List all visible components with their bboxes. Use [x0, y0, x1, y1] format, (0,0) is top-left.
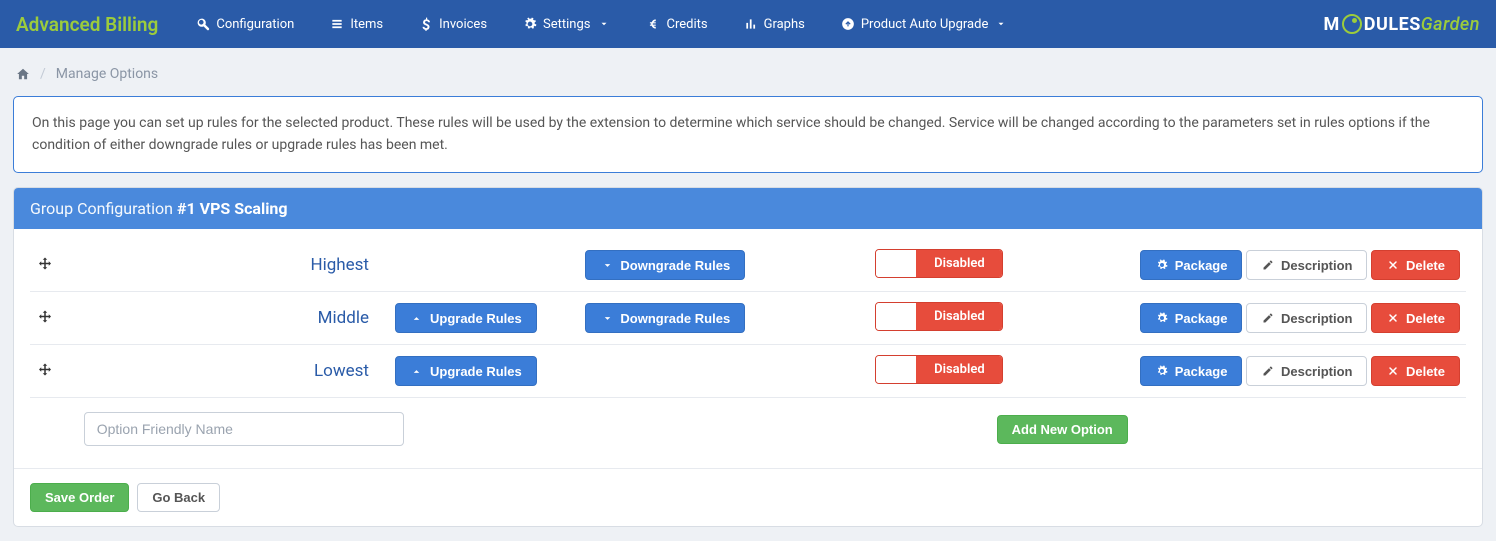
- option-name: Middle: [78, 292, 389, 345]
- description-button[interactable]: Description: [1246, 303, 1368, 333]
- nav-label: Configuration: [216, 17, 294, 32]
- status-label: Disabled: [916, 303, 1002, 330]
- pencil-icon: [1261, 311, 1275, 325]
- gear-icon: [1155, 364, 1169, 378]
- save-order-button[interactable]: Save Order: [30, 483, 129, 512]
- nav-items[interactable]: Items: [316, 9, 397, 40]
- breadcrumb: / Manage Options: [0, 48, 1496, 96]
- nav-graphs[interactable]: Graphs: [730, 9, 819, 40]
- topbar: Advanced Billing Configuration Items Inv…: [0, 0, 1496, 48]
- close-icon: [1386, 311, 1400, 325]
- nav-label: Items: [350, 17, 383, 32]
- chevron-up-icon: [410, 364, 424, 378]
- options-table: Highest Downgrade Rules Disabled Package De…: [30, 239, 1466, 468]
- chevron-down-icon: [600, 258, 614, 272]
- status-toggle[interactable]: Disabled: [875, 249, 1003, 278]
- close-icon: [1386, 258, 1400, 272]
- nav-credits[interactable]: Credits: [633, 9, 722, 40]
- table-row: MiddleUpgrade Rules Downgrade Rules Disabl…: [30, 292, 1466, 345]
- table-row: Highest Downgrade Rules Disabled Package De…: [30, 239, 1466, 292]
- drag-handle[interactable]: [30, 292, 78, 345]
- modulesgarden-logo: MDULESGarden: [1324, 14, 1481, 35]
- gear-icon: [1155, 258, 1169, 272]
- package-button[interactable]: Package: [1140, 356, 1243, 386]
- pencil-icon: [1261, 364, 1275, 378]
- wrench-icon: [196, 17, 210, 31]
- nav-product-auto-upgrade[interactable]: Product Auto Upgrade: [827, 9, 1023, 40]
- upgrade-rules-button[interactable]: Upgrade Rules: [395, 303, 537, 333]
- delete-button[interactable]: Delete: [1371, 250, 1460, 280]
- dollar-icon: [419, 17, 433, 31]
- chevron-down-icon: [600, 311, 614, 325]
- description-button[interactable]: Description: [1246, 250, 1368, 280]
- nav-label: Product Auto Upgrade: [861, 17, 989, 32]
- status-toggle[interactable]: Disabled: [875, 355, 1003, 384]
- status-label: Disabled: [916, 356, 1002, 383]
- drag-handle[interactable]: [30, 239, 78, 292]
- chevron-up-icon: [410, 311, 424, 325]
- nav-label: Invoices: [439, 17, 487, 32]
- panel-title-prefix: Group Configuration: [30, 199, 173, 218]
- nav-configuration[interactable]: Configuration: [182, 9, 308, 40]
- upgrade-rules-button[interactable]: Upgrade Rules: [395, 356, 537, 386]
- add-new-option-button[interactable]: Add New Option: [997, 415, 1128, 444]
- panel-title: #1 VPS Scaling: [177, 199, 288, 218]
- option-name-input[interactable]: [84, 412, 404, 446]
- breadcrumb-current: Manage Options: [56, 66, 158, 82]
- package-button[interactable]: Package: [1140, 250, 1243, 280]
- status-label: Disabled: [916, 250, 1002, 277]
- gear-icon: [523, 17, 537, 31]
- status-toggle[interactable]: Disabled: [875, 302, 1003, 331]
- group-configuration-panel: Group Configuration #1 VPS Scaling Highe…: [13, 187, 1483, 527]
- list-icon: [330, 17, 344, 31]
- option-name: Lowest: [78, 345, 389, 398]
- close-icon: [1386, 364, 1400, 378]
- chevron-down-icon: [994, 17, 1008, 31]
- home-icon[interactable]: [16, 67, 30, 81]
- nav-label: Credits: [667, 17, 708, 32]
- delete-button[interactable]: Delete: [1371, 303, 1460, 333]
- option-name: Highest: [78, 239, 389, 292]
- info-box: On this page you can set up rules for th…: [13, 96, 1483, 173]
- brand-title: Advanced Billing: [16, 13, 158, 36]
- nav-label: Graphs: [764, 17, 805, 32]
- arrow-up-circle-icon: [841, 17, 855, 31]
- drag-handle[interactable]: [30, 345, 78, 398]
- chevron-down-icon: [597, 17, 611, 31]
- breadcrumb-separator: /: [40, 66, 46, 82]
- description-button[interactable]: Description: [1246, 356, 1368, 386]
- pencil-icon: [1261, 258, 1275, 272]
- nav-settings[interactable]: Settings: [509, 9, 624, 40]
- go-back-button[interactable]: Go Back: [137, 483, 220, 512]
- downgrade-rules-button[interactable]: Downgrade Rules: [585, 250, 745, 280]
- gear-icon: [1155, 311, 1169, 325]
- panel-footer: Save Order Go Back: [14, 468, 1482, 526]
- delete-button[interactable]: Delete: [1371, 356, 1460, 386]
- nav-label: Settings: [543, 17, 590, 32]
- nav-invoices[interactable]: Invoices: [405, 9, 501, 40]
- package-button[interactable]: Package: [1140, 303, 1243, 333]
- primary-nav: Configuration Items Invoices Settings Cr…: [182, 9, 1323, 40]
- euro-icon: [647, 17, 661, 31]
- table-row: LowestUpgrade Rules Disabled Package Descr…: [30, 345, 1466, 398]
- bar-chart-icon: [744, 17, 758, 31]
- downgrade-rules-button[interactable]: Downgrade Rules: [585, 303, 745, 333]
- panel-header: Group Configuration #1 VPS Scaling: [14, 188, 1482, 229]
